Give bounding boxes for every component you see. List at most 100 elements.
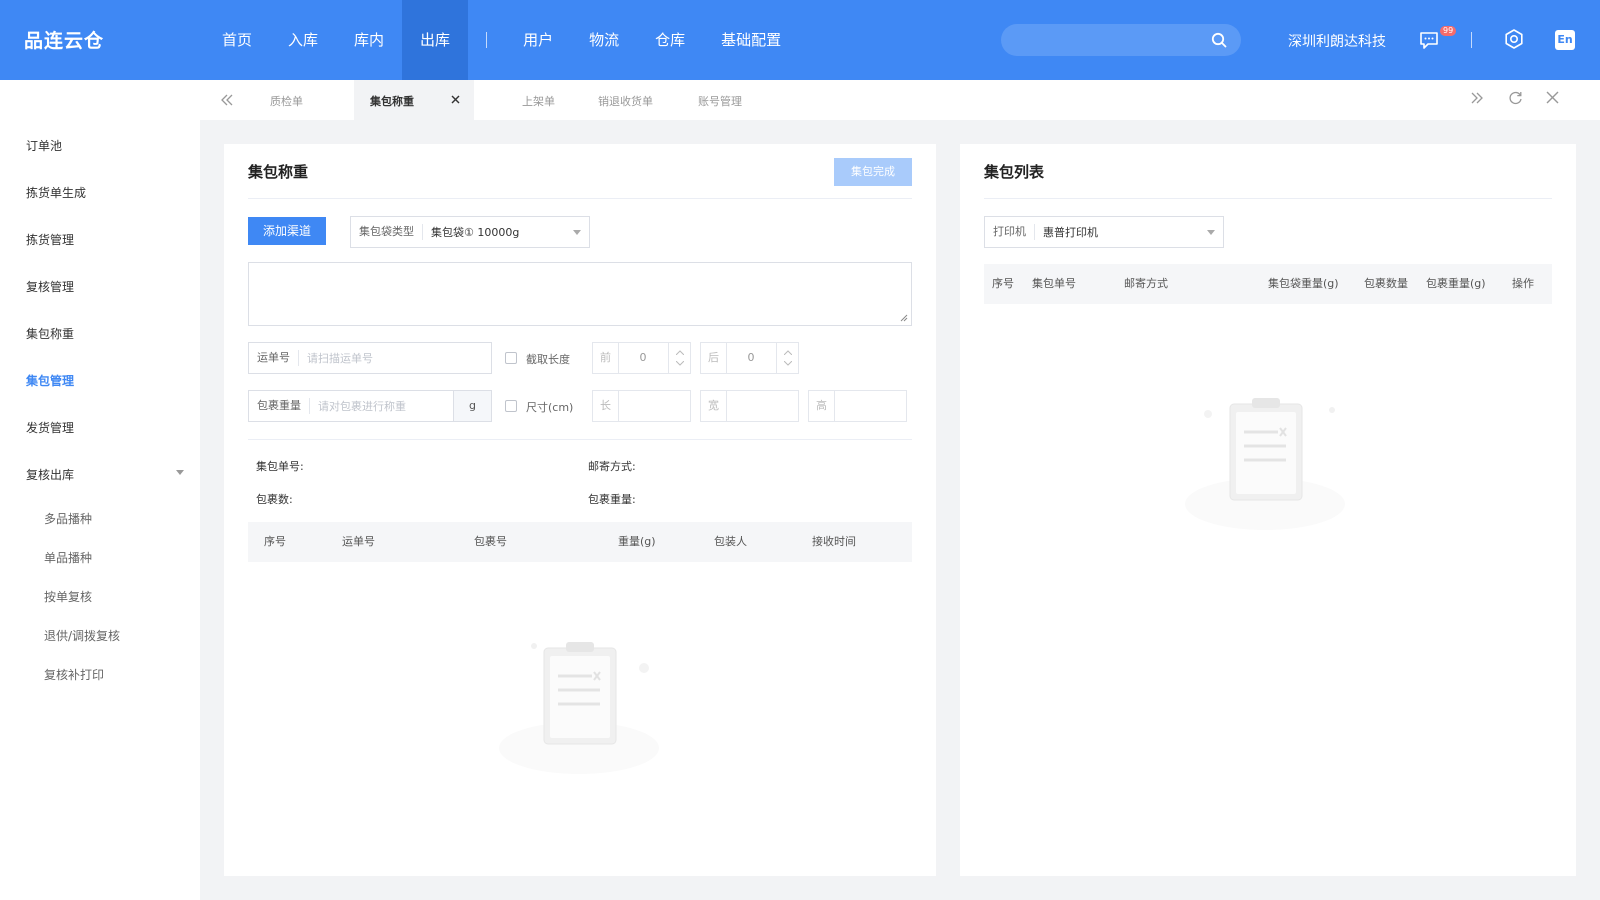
company-name[interactable]: 深圳利朗达科技 — [1288, 31, 1386, 51]
package-weight-total-label: 包裹重量: — [588, 493, 636, 506]
sidebar-subitem-multi-sowing[interactable]: 多品播种 — [44, 510, 92, 527]
package-weight-label: 包裹重量 — [249, 398, 310, 414]
front-length-spinner[interactable] — [668, 343, 690, 373]
close-all-icon[interactable] — [1546, 91, 1559, 104]
message-icon[interactable] — [1418, 29, 1440, 51]
double-chevron-left-icon[interactable] — [220, 93, 234, 107]
settings-icon[interactable] — [1503, 28, 1525, 50]
sidebar-item-picklist-generate[interactable]: 拣货单生成 — [26, 184, 86, 201]
refresh-icon[interactable] — [1508, 90, 1523, 105]
bag-type-label: 集包袋类型 — [351, 224, 423, 240]
title-divider — [984, 198, 1552, 199]
bag-list-table-header: 序号 集包单号 邮寄方式 集包袋重量(g) 包裹数量 包裹重量(g) 操作 — [984, 264, 1552, 304]
col-index: 序号 — [992, 277, 1014, 290]
width-input[interactable]: 宽 — [700, 390, 799, 422]
sidebar-subitem-order-review[interactable]: 按单复核 — [44, 588, 92, 605]
empty-clipboard-icon — [499, 642, 659, 774]
back-length-spinner[interactable] — [776, 343, 798, 373]
weight-unit: g — [453, 390, 492, 422]
sidebar-item-review-outbound[interactable]: 复核出库 — [26, 466, 74, 483]
dropdown-arrow-icon — [573, 230, 581, 235]
sidebar-subitem-single-sowing[interactable]: 单品播种 — [44, 549, 92, 566]
printer-value: 惠普打印机 — [1043, 226, 1098, 239]
sidebar-item-picking[interactable]: 拣货管理 — [26, 231, 74, 248]
col-index: 序号 — [264, 535, 286, 548]
package-weight-input[interactable]: 包裹重量 请对包裹进行称重 — [248, 390, 454, 422]
title-divider — [248, 198, 912, 199]
col-package-count: 包裹数量 — [1364, 277, 1408, 290]
sidebar-subitem-reprint[interactable]: 复核补打印 — [44, 666, 104, 683]
nav-inbound[interactable]: 入库 — [270, 0, 336, 80]
nav-home[interactable]: 首页 — [204, 0, 270, 80]
cut-length-checkbox[interactable] — [505, 352, 517, 364]
add-channel-button[interactable]: 添加渠道 — [248, 217, 326, 245]
nav-outbound[interactable]: 出库 — [402, 0, 469, 80]
nav-divider — [486, 32, 488, 48]
height-input[interactable]: 高 — [808, 390, 907, 422]
height-prefix: 高 — [809, 391, 835, 421]
back-length-stepper[interactable]: 后 0 — [700, 342, 799, 374]
sidebar-item-order-pool[interactable]: 订单池 — [26, 137, 62, 154]
sidebar-item-bag-management[interactable]: 集包管理 — [26, 372, 74, 389]
sidebar-item-shipping[interactable]: 发货管理 — [26, 419, 74, 436]
sidebar-item-bag-weighing[interactable]: 集包称重 — [26, 325, 74, 342]
sidebar: 订单池 拣货单生成 拣货管理 复核管理 集包称重 集包管理 发货管理 复核出库 … — [0, 80, 200, 900]
chevron-down-icon[interactable] — [676, 361, 684, 366]
nav-warehouse[interactable]: 仓库 — [637, 0, 703, 80]
double-chevron-right-icon[interactable] — [1470, 91, 1484, 105]
tab-account-management[interactable]: 账号管理 — [698, 80, 742, 120]
caret-down-icon[interactable] — [176, 470, 184, 475]
tab-return-receiving[interactable]: 销退收货单 — [598, 80, 653, 120]
nav-logistics[interactable]: 物流 — [571, 0, 637, 80]
waybill-input[interactable]: 运单号 请扫描运单号 — [248, 342, 492, 374]
front-length-prefix: 前 — [593, 343, 619, 373]
header-divider — [1471, 32, 1472, 48]
col-package-no: 包裹号 — [474, 535, 507, 548]
waybill-placeholder: 请扫描运单号 — [307, 352, 373, 365]
channel-textarea[interactable] — [248, 262, 912, 326]
col-received-time: 接收时间 — [812, 535, 856, 548]
panel-title: 集包列表 — [984, 163, 1045, 181]
width-prefix: 宽 — [701, 391, 727, 421]
nav-basic-config[interactable]: 基础配置 — [703, 0, 799, 80]
col-bag-weight: 集包袋重量(g) — [1268, 277, 1339, 290]
printer-label: 打印机 — [985, 224, 1035, 240]
chevron-up-icon[interactable] — [784, 350, 792, 355]
tab-bag-weighing-label: 集包称重 — [370, 95, 414, 108]
cut-length-label: 截取长度 — [526, 353, 570, 366]
chevron-up-icon[interactable] — [676, 350, 684, 355]
close-tab-icon[interactable] — [451, 95, 460, 104]
nav-users[interactable]: 用户 — [505, 0, 571, 80]
size-label: 尺寸(cm) — [526, 401, 574, 414]
form-divider — [248, 439, 912, 440]
resize-handle-icon[interactable] — [900, 314, 908, 322]
bag-weighing-panel: 集包称重 集包完成 添加渠道 集包袋类型 集包袋① 10000g 运单号 请扫描… — [224, 144, 936, 876]
bag-complete-button[interactable]: 集包完成 — [834, 158, 912, 186]
tab-quality-check[interactable]: 质检单 — [270, 80, 303, 120]
package-table-header: 序号 运单号 包裹号 重量(g) 包装人 接收时间 — [248, 522, 912, 562]
printer-select[interactable]: 打印机 惠普打印机 — [984, 216, 1224, 248]
front-length-value: 0 — [639, 351, 647, 364]
back-length-value: 0 — [747, 351, 755, 364]
sidebar-item-review[interactable]: 复核管理 — [26, 278, 74, 295]
tabs-bar: 质检单 集包称重 上架单 销退收货单 账号管理 — [200, 80, 1600, 120]
col-bag-no: 集包单号 — [1032, 277, 1076, 290]
bag-type-value: 集包袋① 10000g — [431, 226, 520, 239]
mail-method-label: 邮寄方式: — [588, 460, 636, 473]
search-icon[interactable] — [1211, 32, 1227, 48]
tab-bag-weighing[interactable]: 集包称重 — [354, 80, 474, 120]
top-nav: 首页 入库 库内 出库 用户 物流 仓库 基础配置 — [204, 0, 799, 80]
length-input[interactable]: 长 — [592, 390, 691, 422]
language-toggle[interactable]: En — [1555, 30, 1575, 50]
chevron-down-icon[interactable] — [784, 361, 792, 366]
size-checkbox[interactable] — [505, 400, 517, 412]
tab-shelving[interactable]: 上架单 — [522, 80, 555, 120]
col-package-weight: 包裹重量(g) — [1426, 277, 1486, 290]
brand-logo[interactable]: 品连云仓 — [24, 26, 104, 53]
search-box — [1001, 24, 1241, 56]
search-input[interactable] — [1001, 24, 1201, 56]
sidebar-subitem-return-review[interactable]: 退供/调拨复核 — [44, 627, 120, 644]
bag-type-select[interactable]: 集包袋类型 集包袋① 10000g — [350, 216, 590, 248]
nav-inventory[interactable]: 库内 — [336, 0, 402, 80]
front-length-stepper[interactable]: 前 0 — [592, 342, 691, 374]
